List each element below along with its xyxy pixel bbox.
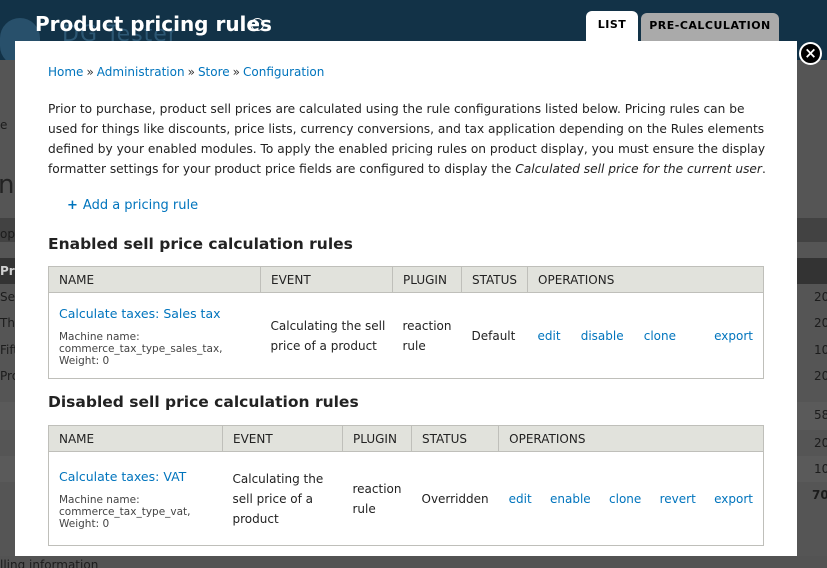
breadcrumb-separator: » <box>232 65 240 79</box>
column-header-status: STATUS <box>410 425 500 452</box>
rule-weight: Weight: 0 <box>59 518 110 530</box>
rule-status: Overridden <box>411 451 499 546</box>
plus-icon: + <box>67 198 78 213</box>
add-shortcut-icon[interactable] <box>251 18 264 31</box>
column-header-operations: OPERATIONS <box>498 425 764 452</box>
edit-link[interactable]: edit <box>509 489 532 509</box>
tab-pre-calculation[interactable]: PRE-CALCULATION <box>641 13 779 41</box>
rule-status: Default <box>461 292 528 379</box>
overlay-panel: Home» Administration» Store» Configuration … <box>15 41 797 556</box>
machine-name-value: commerce_tax_type_vat, <box>59 506 191 518</box>
rule-name-link[interactable]: Calculate taxes: Sales tax <box>59 304 251 324</box>
rule-operations: edit enable clone revert export <box>498 451 764 546</box>
revert-link[interactable]: revert <box>660 489 696 509</box>
background-text: 20 <box>814 316 827 330</box>
column-header-name: NAME <box>48 266 261 293</box>
add-pricing-rule-label: Add a pricing rule <box>82 198 199 213</box>
rule-operations: edit disable clone export <box>527 292 764 379</box>
rule-name-link[interactable]: Calculate taxes: VAT <box>59 467 213 487</box>
breadcrumb-configuration[interactable]: Configuration <box>243 65 324 79</box>
rule-name-cell: Calculate taxes: Sales tax Machine name:… <box>48 292 261 379</box>
background-left-strip <box>0 60 15 568</box>
column-header-plugin: PLUGIN <box>392 266 462 293</box>
export-link[interactable]: export <box>714 326 753 346</box>
table-row: Calculate taxes: VAT Machine name: comme… <box>48 451 764 546</box>
background-footer: lling information <box>0 556 827 568</box>
column-header-event: EVENT <box>222 425 343 452</box>
machine-name-value: commerce_tax_type_sales_tax, <box>59 343 223 355</box>
breadcrumb-store[interactable]: Store <box>198 65 230 79</box>
column-header-plugin: PLUGIN <box>342 425 412 452</box>
column-header-operations: OPERATIONS <box>527 266 764 293</box>
background-text: lling information <box>0 558 99 568</box>
table-row: Calculate taxes: Sales tax Machine name:… <box>48 292 764 379</box>
rule-event: Calculating the sell price of a product <box>222 451 343 546</box>
column-header-name: NAME <box>48 425 223 452</box>
breadcrumb-administration[interactable]: Administration <box>97 65 185 79</box>
breadcrumb: Home» Administration» Store» Configuration <box>48 65 324 79</box>
tab-list[interactable]: LIST <box>586 11 638 41</box>
edit-link[interactable]: edit <box>538 326 561 346</box>
rule-weight: Weight: 0 <box>59 355 110 367</box>
rule-plugin: reaction rule <box>342 451 412 546</box>
background-text: 20 <box>814 436 827 450</box>
intro-help-text: Prior to purchase, product sell prices a… <box>48 99 766 179</box>
disabled-rules-title: Disabled sell price calculation rules <box>48 393 359 411</box>
background-text: 20 <box>814 369 827 383</box>
overlay-title: Product pricing rules <box>35 12 272 36</box>
rule-plugin: reaction rule <box>392 292 462 379</box>
background-text: 20 <box>814 290 827 304</box>
export-link[interactable]: export <box>714 489 753 509</box>
background-text: e <box>0 118 8 132</box>
column-header-event: EVENT <box>260 266 393 293</box>
breadcrumb-separator: » <box>86 65 94 79</box>
clone-link[interactable]: clone <box>644 326 676 346</box>
close-icon: × <box>804 44 817 62</box>
intro-end: . <box>761 162 766 176</box>
enabled-rules-table: NAME EVENT PLUGIN STATUS OPERATIONS Calc… <box>48 266 764 379</box>
breadcrumb-home[interactable]: Home <box>48 65 83 79</box>
column-header-status: STATUS <box>460 266 529 293</box>
close-overlay-button[interactable]: × <box>799 42 822 65</box>
machine-name-label: Machine name: <box>59 331 140 343</box>
rule-event: Calculating the sell price of a product <box>260 292 393 379</box>
intro-emphasis: Calculated sell price for the current us… <box>515 162 762 176</box>
machine-name-label: Machine name: <box>59 494 140 506</box>
background-text: 70 <box>812 488 827 502</box>
add-pricing-rule-link[interactable]: + Add a pricing rule <box>67 198 198 213</box>
enabled-rules-title: Enabled sell price calculation rules <box>48 235 353 253</box>
disabled-rules-table: NAME EVENT PLUGIN STATUS OPERATIONS Calc… <box>48 425 764 546</box>
background-text: 58 <box>814 408 827 422</box>
rule-name-cell: Calculate taxes: VAT Machine name: comme… <box>48 451 223 546</box>
background-text: op <box>0 227 15 241</box>
disable-link[interactable]: disable <box>581 326 624 346</box>
breadcrumb-separator: » <box>187 65 195 79</box>
background-text: 10 <box>814 343 827 357</box>
enable-link[interactable]: enable <box>550 489 591 509</box>
background-text: 10 <box>814 462 827 476</box>
clone-link[interactable]: clone <box>609 489 641 509</box>
